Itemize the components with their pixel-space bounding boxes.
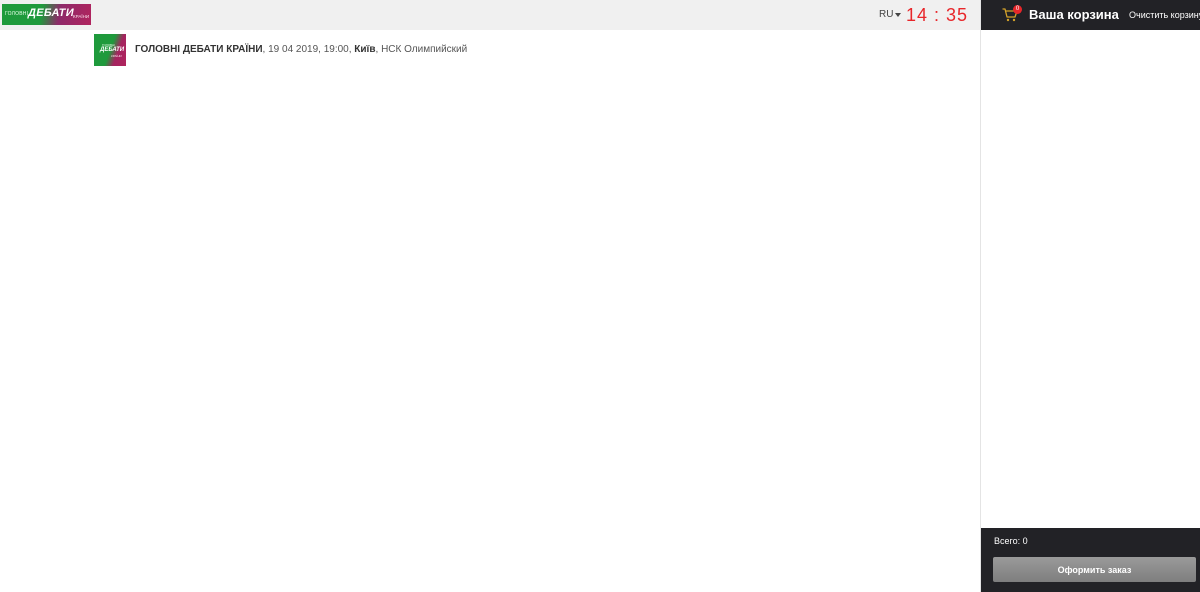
cart-title: Ваша корзина: [1029, 7, 1119, 22]
language-label: RU: [879, 9, 894, 20]
event-name: ГОЛОВНІ ДЕБАТИ КРАЇНИ: [135, 44, 263, 55]
language-selector[interactable]: RU: [879, 9, 902, 20]
chevron-down-icon: [895, 12, 902, 17]
top-bar: ГОЛОВНІ ДЕБАТИ КРАЇНИ RU 14 : 35: [0, 0, 980, 30]
countdown-timer: 14 : 35: [906, 5, 969, 25]
page: ГОЛОВНІ ДЕБАТИ КРАЇНИ RU 14 : 35 ГОЛОВНІ…: [0, 0, 1200, 592]
logo-main-text: ДЕБАТИ: [28, 7, 74, 19]
event-thumbnail: ГОЛОВНІ ДЕБАТИ КРАЇНИ: [94, 34, 126, 66]
event-venue: , НСК Олимпийский: [375, 44, 468, 55]
event-city: Київ: [354, 44, 376, 55]
thumb-main-text: ДЕБАТИ: [100, 47, 125, 53]
event-datetime: , 19 04 2019, 19:00,: [262, 44, 355, 55]
thumb-bottom-text: КРАЇНИ: [111, 54, 122, 58]
event-logo[interactable]: ГОЛОВНІ ДЕБАТИ КРАЇНИ: [2, 4, 91, 25]
cart-footer: Всего: 0 Оформить заказ: [981, 528, 1200, 592]
checkout-button[interactable]: Оформить заказ: [993, 557, 1196, 582]
cart-sidebar: 0 Ваша корзина Очистить корзину Всего: 0…: [980, 0, 1200, 592]
cart-count-badge: 0: [1013, 5, 1022, 14]
cart-header: 0 Ваша корзина Очистить корзину: [981, 0, 1200, 30]
logo-top-text: ГОЛОВНІ: [5, 11, 29, 17]
event-info: ГОЛОВНІ ДЕБАТИ КРАЇНИ, 19 04 2019, 19:00…: [135, 44, 467, 55]
cart-total: Всего: 0: [994, 536, 1028, 546]
clear-cart-link[interactable]: Очистить корзину: [1129, 10, 1200, 20]
logo-bottom-text: КРАЇНИ: [73, 14, 90, 19]
